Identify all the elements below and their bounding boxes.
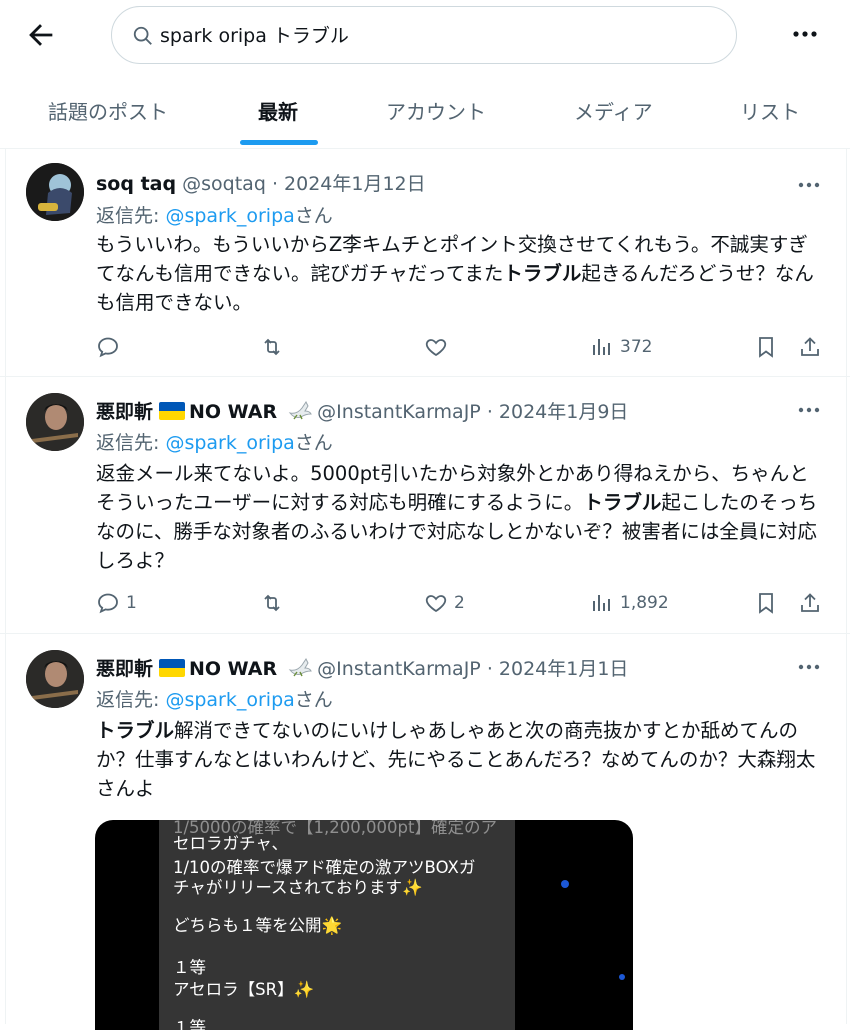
search-icon [133, 26, 152, 45]
tab-media[interactable]: メディア [574, 96, 653, 125]
post-date[interactable]: 2024年1月9日 [499, 401, 629, 423]
tab-accounts[interactable]: アカウント [386, 96, 486, 125]
reply-handle-link[interactable]: @spark_oripa [165, 689, 294, 711]
tab-top[interactable]: 話題のポスト [48, 96, 168, 125]
more-icon[interactable] [794, 657, 824, 677]
media-text-line: １等 [173, 958, 206, 977]
ukraine-flag-icon [159, 659, 186, 677]
bookmark-icon [759, 337, 773, 358]
reply-button[interactable]: 1 [96, 588, 137, 618]
media-text-line: どちらも１等を公開🌟 [173, 916, 343, 935]
views-button[interactable]: 1,892 [590, 588, 669, 618]
post[interactable]: soq taq @soqtaq · 2024年1月12日 返信先: @spark… [0, 149, 850, 377]
reply-icon [98, 593, 118, 614]
back-arrow-icon[interactable] [24, 18, 58, 52]
search-query[interactable]: spark oripa トラブル [160, 21, 349, 48]
reply-handle-link[interactable]: @spark_oripa [165, 432, 294, 454]
reply-to-line: 返信先: @spark_oripaさん [96, 205, 333, 227]
post-image[interactable]: 1/5000の確率で【1,200,000pt】確定のア セロラガチャ、 1/10… [95, 820, 633, 1030]
retweet-icon [264, 594, 280, 612]
view-count: 1,892 [620, 593, 669, 613]
decorative-dot [619, 974, 625, 980]
reply-handle-link[interactable]: @spark_oripa [165, 205, 294, 227]
like-count: 2 [454, 593, 465, 613]
share-icon [801, 593, 819, 612]
reply-to-line: 返信先: @spark_oripaさん [96, 689, 333, 711]
user-handle[interactable]: @soqtaq [182, 173, 266, 195]
retweet-button[interactable] [260, 588, 290, 618]
post-date[interactable]: 2024年1月1日 [499, 658, 629, 680]
post-text: 返金メール来てないよ。5000pt引いたから対象外とかあり得ねえから、ちゃんとそ… [96, 462, 818, 572]
avatar[interactable] [26, 163, 84, 221]
display-name-tag[interactable]: NO WAR [189, 658, 277, 680]
post-date[interactable]: 2024年1月12日 [284, 173, 426, 195]
views-icon [593, 339, 610, 355]
avatar[interactable] [26, 650, 84, 708]
highlight-term: トラブル [503, 262, 582, 285]
views-icon [593, 595, 610, 611]
highlight-term: トラブル [96, 719, 175, 742]
bookmark-button[interactable] [754, 588, 778, 618]
post-actions: 372 [0, 332, 850, 362]
media-text-line: １等 [173, 1018, 206, 1030]
reply-button[interactable] [96, 332, 126, 362]
post[interactable]: 悪即斬 NO WAR @InstantKarmaJP · 2024年1月9日 返信… [0, 377, 850, 634]
post-text: トラブル解消できてないのにいけしゃあしゃあと次の商売抜かすとか舐めてんのか？仕事… [96, 719, 816, 800]
share-button[interactable] [798, 588, 822, 618]
display-name-tag[interactable]: NO WAR [189, 401, 277, 423]
bookmark-icon [759, 593, 773, 614]
highlight-term: トラブル [583, 491, 662, 514]
decorative-dot [561, 880, 569, 888]
media-text-line: セロラガチャ、 [173, 834, 289, 853]
post-actions: 1 2 1,892 [0, 588, 850, 618]
media-text-line: チャがリリースされております✨ [173, 878, 423, 897]
separator-dot: · [271, 173, 285, 195]
dove-icon [288, 401, 312, 420]
like-icon [425, 595, 447, 613]
post-text: もういいわ。もういいからZ李キムチとポイント交換させてくれもう。不誠実すぎてなん… [96, 233, 814, 314]
more-icon[interactable] [794, 175, 824, 195]
search-input[interactable]: spark oripa トラブル [111, 6, 737, 64]
more-icon[interactable] [794, 400, 824, 420]
bookmark-button[interactable] [754, 332, 778, 362]
separator-dot: · [486, 658, 499, 680]
tab-latest[interactable]: 最新 [258, 96, 298, 125]
search-header: spark oripa トラブル 話題のポスト 最新 アカウント メディア リス… [0, 0, 850, 149]
reply-to-line: 返信先: @spark_oripaさん [96, 432, 333, 454]
share-icon [801, 337, 819, 356]
like-icon [425, 339, 447, 357]
like-button[interactable] [424, 332, 454, 362]
reply-count: 1 [126, 593, 137, 613]
user-handle[interactable]: @InstantKarmaJP [317, 658, 481, 680]
display-name[interactable]: 悪即斬 [96, 401, 153, 423]
views-button[interactable]: 372 [590, 332, 652, 362]
avatar[interactable] [26, 393, 84, 451]
active-tab-indicator [240, 140, 318, 145]
reply-icon [98, 337, 118, 358]
like-button[interactable]: 2 [424, 588, 465, 618]
retweet-icon [264, 338, 280, 356]
separator-dot: · [486, 401, 499, 423]
ukraine-flag-icon [159, 402, 186, 420]
more-icon[interactable] [790, 22, 820, 46]
search-tabs: 話題のポスト 最新 アカウント メディア リスト [0, 72, 850, 148]
display-name[interactable]: 悪即斬 [96, 658, 153, 680]
share-button[interactable] [798, 332, 822, 362]
dove-icon [288, 658, 312, 677]
media-text-line: アセロラ【SR】✨ [173, 980, 315, 999]
user-handle[interactable]: @InstantKarmaJP [317, 401, 481, 423]
display-name[interactable]: soq taq [96, 173, 176, 195]
tab-lists[interactable]: リスト [740, 96, 800, 125]
retweet-button[interactable] [260, 332, 290, 362]
